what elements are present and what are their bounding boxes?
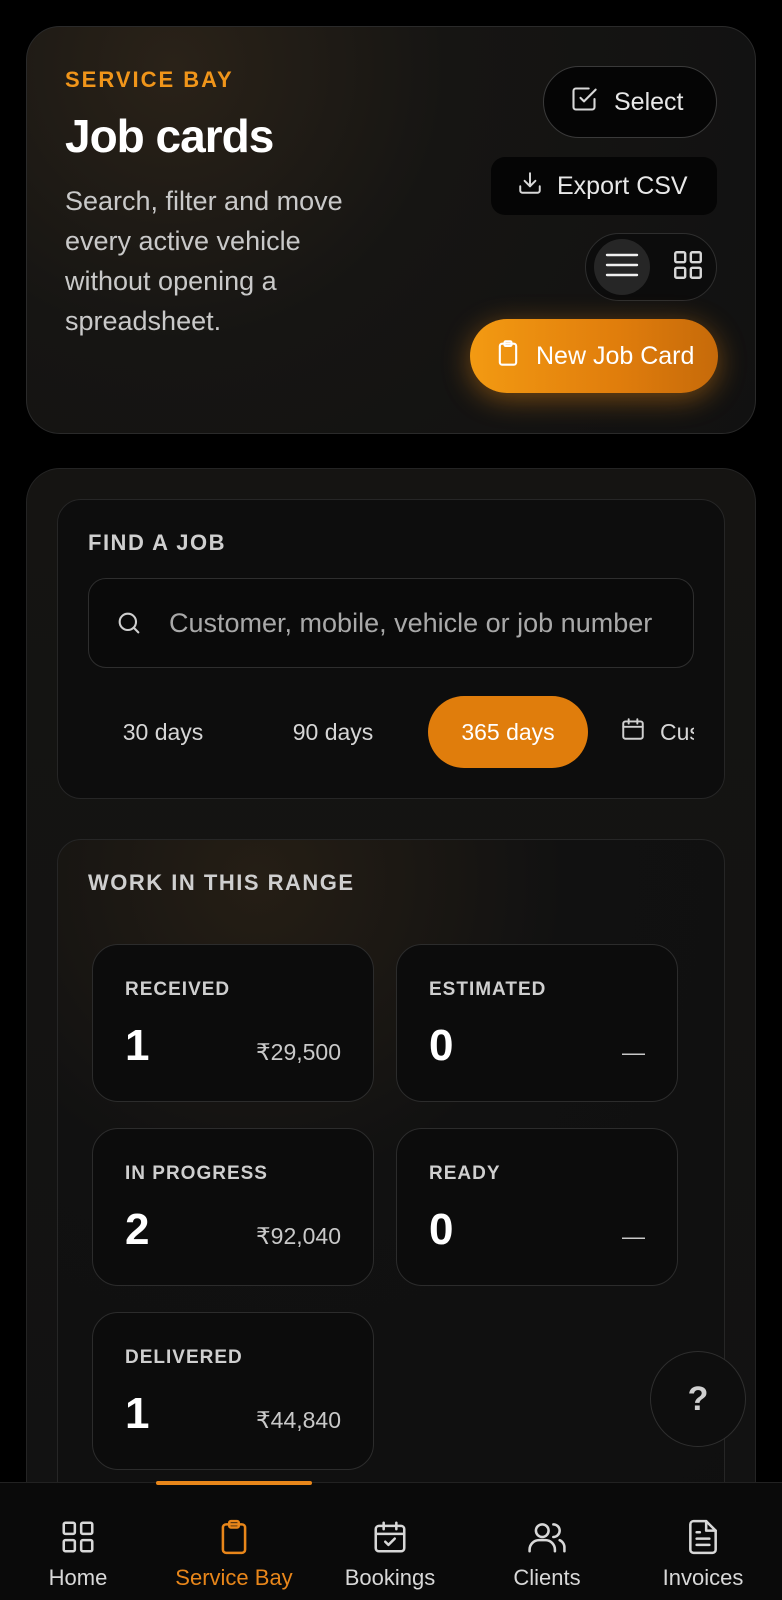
checkbox-icon: [570, 85, 598, 120]
stat-card-delivered[interactable]: DELIVERED 1 ₹44,840: [92, 1312, 374, 1470]
nav-item-service-bay[interactable]: Service Bay: [156, 1483, 312, 1600]
range-chip-custom[interactable]: Custom: [610, 696, 694, 768]
stat-count: 0: [429, 1021, 454, 1070]
stat-label: DELIVERED: [125, 1347, 243, 1368]
list-icon: [605, 252, 639, 283]
find-job-label: FIND A JOB: [88, 530, 227, 555]
stat-amount: —: [622, 1039, 645, 1065]
clipboard-icon: [494, 339, 522, 374]
page-title: Job cards: [65, 110, 274, 162]
calendar-icon: [620, 716, 646, 748]
stat-label: READY: [429, 1163, 501, 1184]
nav-label: Home: [48, 1565, 108, 1590]
grid-view-button[interactable]: [660, 239, 716, 295]
nav-label: Clients: [513, 1565, 581, 1590]
nav-label: Bookings: [344, 1565, 436, 1590]
range-chip-90-days[interactable]: 90 days: [248, 696, 418, 768]
stat-label: IN PROGRESS: [125, 1163, 268, 1184]
range-chips: 30 days 90 days 365 days Custom: [88, 696, 694, 768]
nav-item-invoices[interactable]: Invoices: [625, 1483, 781, 1600]
stat-count: 0: [429, 1205, 454, 1254]
nav-item-home[interactable]: Home: [0, 1483, 156, 1600]
search-input[interactable]: [169, 607, 659, 639]
calendar-check-icon: [371, 1517, 409, 1557]
work-range-label: WORK IN THIS RANGE: [88, 870, 355, 895]
list-view-button[interactable]: [594, 239, 650, 295]
stat-amount: ₹92,040: [256, 1223, 341, 1249]
select-button[interactable]: Select: [543, 66, 717, 138]
nav-label: Invoices: [662, 1565, 744, 1590]
clipboard-icon: [215, 1517, 253, 1557]
stat-card-in-progress[interactable]: IN PROGRESS 2 ₹92,040: [92, 1128, 374, 1286]
range-chip-30-days[interactable]: 30 days: [88, 696, 238, 768]
range-chip-365-days[interactable]: 365 days: [428, 696, 588, 768]
find-job-section: FIND A JOB 30 days 90 days 365 days Cust…: [57, 499, 725, 799]
stat-count: 1: [125, 1389, 150, 1438]
custom-range-label: Custom: [660, 718, 694, 745]
nav-label: Service Bay: [175, 1565, 293, 1590]
users-icon: [526, 1517, 568, 1557]
header-card: SERVICE BAY Job cards Search, filter and…: [26, 26, 756, 434]
page-subtitle: Search, filter and move every active veh…: [65, 186, 343, 336]
main-panel: FIND A JOB 30 days 90 days 365 days Cust…: [26, 468, 756, 1600]
stat-card-ready[interactable]: READY 0 —: [396, 1128, 678, 1286]
select-button-label: Select: [614, 87, 684, 116]
export-csv-button[interactable]: Export CSV: [491, 157, 717, 215]
bottom-nav: Home Service Bay Bookings Clients Invoic…: [0, 1481, 782, 1600]
stat-count: 1: [125, 1021, 150, 1070]
stat-amount: —: [622, 1223, 645, 1249]
search-field[interactable]: [88, 578, 694, 668]
grid-icon: [671, 248, 705, 287]
new-job-card-label: New Job Card: [536, 341, 695, 370]
download-icon: [517, 170, 543, 203]
stat-label: ESTIMATED: [429, 979, 547, 1000]
search-icon: [89, 609, 169, 637]
help-button[interactable]: ?: [650, 1351, 746, 1447]
stat-amount: ₹44,840: [256, 1407, 341, 1433]
stat-amount: ₹29,500: [256, 1039, 341, 1065]
grid-icon: [59, 1517, 97, 1557]
stat-label: RECEIVED: [125, 979, 231, 1000]
nav-item-bookings[interactable]: Bookings: [312, 1483, 468, 1600]
file-text-icon: [684, 1517, 722, 1557]
stat-count: 2: [125, 1205, 150, 1254]
section-eyebrow: SERVICE BAY: [65, 67, 234, 92]
view-toggle: [585, 233, 717, 301]
export-csv-label: Export CSV: [557, 171, 688, 200]
stat-card-estimated[interactable]: ESTIMATED 0 —: [396, 944, 678, 1102]
new-job-card-button[interactable]: New Job Card: [470, 319, 718, 393]
nav-item-clients[interactable]: Clients: [469, 1483, 625, 1600]
stat-card-received[interactable]: RECEIVED 1 ₹29,500: [92, 944, 374, 1102]
